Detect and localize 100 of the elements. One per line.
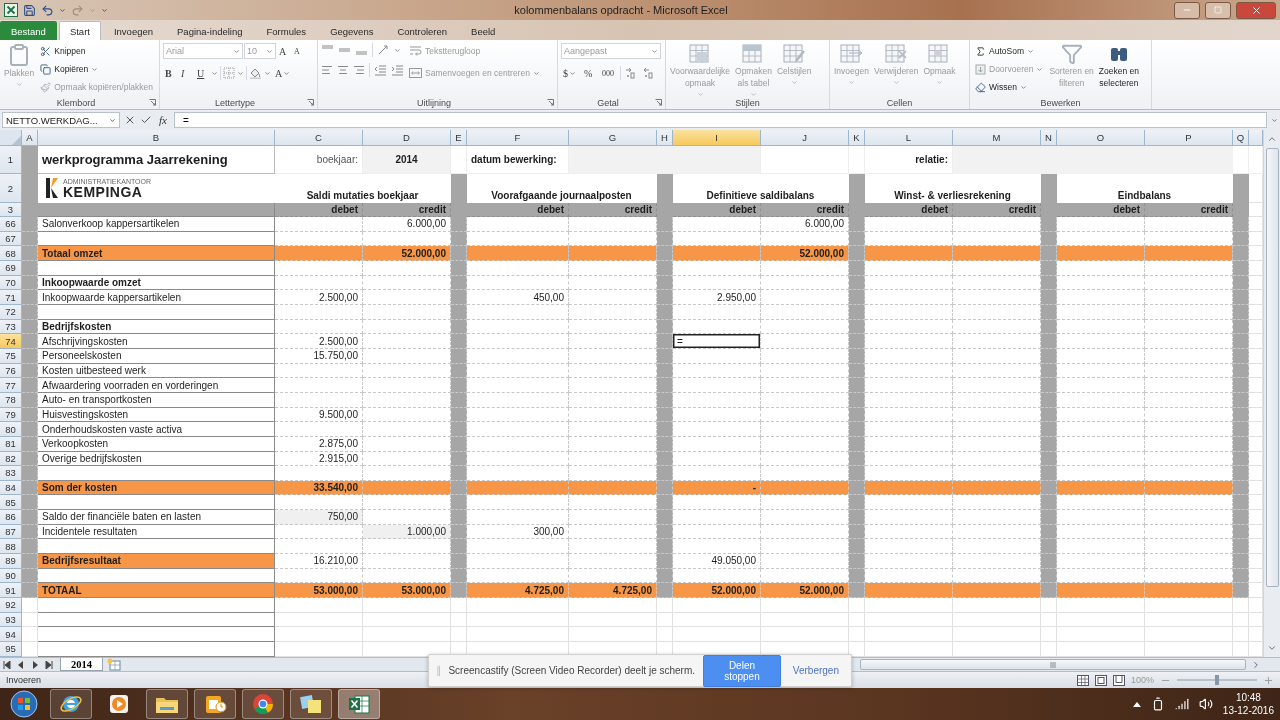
amount-cell: 2.950,00 — [673, 290, 761, 305]
column-header[interactable]: Q — [1233, 130, 1249, 146]
row-label: Bedrijfsresultaat — [38, 554, 275, 569]
ribbon-tab[interactable]: Invoegen — [102, 21, 165, 40]
amount-cell: 6.000,00 — [363, 217, 451, 232]
formula-field[interactable]: = — [173, 112, 1267, 128]
notification-message: Screencastify (Screen Video Recorder) deelt je scherm. — [448, 665, 696, 676]
row-header[interactable]: 86 — [0, 510, 22, 525]
amount-cell: 52.000,00 — [673, 583, 761, 599]
amount-cell: 52.000,00 — [761, 583, 849, 599]
row-label: Onderhoudskosten vaste activa — [38, 422, 275, 437]
insert-function-button[interactable]: fx — [156, 114, 170, 126]
column-header[interactable]: J — [761, 130, 849, 146]
amount-cell: 450,00 — [467, 290, 569, 305]
logo-name: KEMPINGA — [63, 184, 143, 199]
column-header[interactable]: P — [1145, 130, 1233, 146]
column-label: credit — [1145, 203, 1233, 217]
row-label: Inkoopwaarde kappersartikelen — [38, 290, 275, 305]
name-box[interactable]: NETTO.WERKDAG... — [2, 112, 120, 128]
ribbon-tab[interactable]: Formules — [255, 21, 318, 40]
column-header[interactable]: C — [275, 130, 363, 146]
group-label: Lettertype — [214, 97, 256, 108]
amount-cell: 49.050,00 — [673, 554, 761, 569]
window-title: kolommenbalans opdracht - Microsoft Excel — [513, 4, 729, 16]
row-header[interactable]: 77 — [0, 378, 22, 393]
zoom-level: 100% — [1130, 675, 1154, 685]
amount-cell: 2.500,00 — [275, 290, 363, 305]
year-label: boekjaar: — [275, 146, 363, 174]
amount-cell: 6.000,00 — [761, 217, 849, 232]
amount-cell: 16.210,00 — [275, 554, 363, 569]
row-header[interactable]: 94 — [0, 627, 22, 643]
column-header[interactable]: K — [849, 130, 865, 146]
amount-cell: 53.000,00 — [363, 583, 451, 599]
date-label: datum bewerking: — [467, 146, 569, 174]
hide-link[interactable]: Verbergen — [788, 661, 843, 680]
row-header[interactable]: 92 — [0, 598, 22, 613]
file-tab[interactable]: Bestand — [0, 21, 57, 40]
column-label: credit — [953, 203, 1041, 217]
column-label: debet — [1057, 203, 1145, 217]
column-header[interactable]: E — [451, 130, 467, 146]
row-header[interactable]: 88 — [0, 539, 22, 555]
column-header[interactable]: L — [865, 130, 953, 146]
column-header[interactable]: A — [22, 130, 38, 146]
amount-cell: 300,00 — [467, 524, 569, 540]
row-label: Afschrijvingskosten — [38, 334, 275, 349]
relation-label: relatie: — [865, 146, 953, 174]
column-label: debet — [467, 203, 569, 217]
group-label: Getal — [596, 97, 620, 108]
column-header[interactable]: H — [657, 130, 673, 146]
row-label: Afwaardering voorraden en vorderingen — [38, 378, 275, 393]
row-header[interactable]: 91 — [0, 583, 22, 599]
amount-cell: 52.000,00 — [761, 246, 849, 261]
row-header[interactable]: 68 — [0, 246, 22, 261]
row-header[interactable]: 71 — [0, 290, 22, 305]
ribbon-tab[interactable]: Pagina-indeling — [166, 21, 254, 40]
row-header[interactable]: 3 — [0, 203, 22, 217]
group-label: Cellen — [885, 97, 914, 108]
column-label: debet — [673, 203, 761, 217]
group-label: Stijlen — [734, 98, 761, 109]
column-header[interactable]: O — [1057, 130, 1145, 146]
row-header[interactable]: 83 — [0, 466, 22, 481]
column-header[interactable]: N — [1041, 130, 1057, 146]
row-header[interactable]: 80 — [0, 422, 22, 437]
column-header[interactable]: G — [569, 130, 657, 146]
column-header[interactable]: D — [363, 130, 451, 146]
autosum-button[interactable]: AutoSom — [973, 43, 1036, 59]
row-header[interactable]: 2 — [0, 174, 22, 203]
row-label: Saldo der financiële baten en lasten — [38, 510, 275, 525]
row-label: TOTAAL — [38, 583, 275, 599]
clear-button[interactable]: Wissen — [973, 79, 1029, 95]
find-select-button[interactable]: Zoeken en selecteren — [1097, 43, 1140, 96]
copy-button[interactable]: Kopiëren — [38, 61, 101, 77]
amount-cell: 53.000,00 — [275, 583, 363, 599]
column-header[interactable]: I — [673, 130, 761, 146]
ribbon-tab[interactable]: Beeld — [460, 21, 507, 40]
year-value: 2014 — [363, 146, 451, 174]
status-mode: Invoeren — [6, 675, 42, 685]
row-header[interactable]: 85 — [0, 495, 22, 511]
amount-cell: 4.725,00 — [467, 583, 569, 599]
row-header[interactable]: 95 — [0, 642, 22, 657]
row-header[interactable]: 1 — [0, 146, 22, 174]
column-label: credit — [363, 203, 451, 217]
row-header[interactable]: 89 — [0, 554, 22, 569]
ribbon-tab[interactable]: Controleren — [386, 21, 459, 40]
ribbon-tab[interactable]: Gegevens — [319, 21, 385, 40]
row-header[interactable]: 66 — [0, 217, 22, 232]
column-header[interactable]: M — [953, 130, 1041, 146]
sheet-title: werkprogramma Jaarrekening — [38, 146, 275, 174]
row-label: Totaal omzet — [38, 246, 275, 261]
row-header[interactable]: 74 — [0, 334, 22, 349]
group-label: Uitlijning — [416, 97, 452, 108]
ribbon-tab[interactable]: Start — [58, 21, 101, 40]
column-header[interactable]: B — [38, 130, 275, 146]
active-cell[interactable]: = — [673, 334, 761, 349]
amount-cell: 52.000,00 — [363, 246, 451, 261]
column-header[interactable]: F — [467, 130, 569, 146]
column-label: credit — [761, 203, 849, 217]
sheet-tab[interactable]: 2014 — [60, 658, 103, 671]
cut-button[interactable]: Knippen — [38, 43, 88, 59]
column-label: credit — [569, 203, 657, 217]
